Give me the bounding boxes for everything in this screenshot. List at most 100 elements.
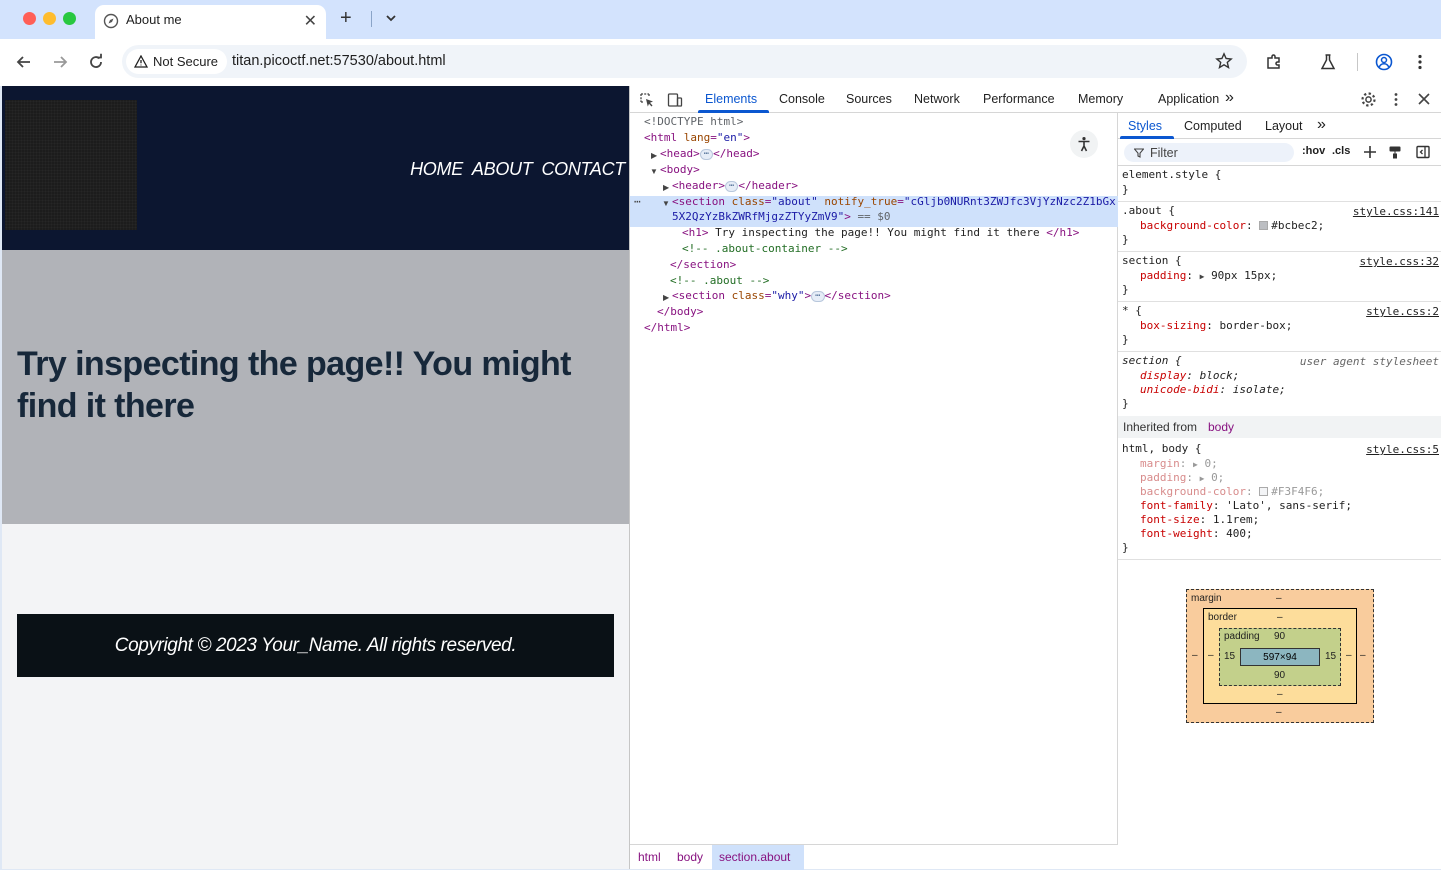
url-text[interactable]: titan.picoctf.net:57530/about.html [232, 53, 446, 69]
tab-close-icon[interactable]: ✕ [304, 11, 317, 31]
margin-bottom-value[interactable]: – [1276, 707, 1282, 718]
dom-html-close[interactable]: </html> [644, 321, 690, 335]
tab-computed[interactable]: Computed [1184, 119, 1242, 133]
collapse-triangle-icon[interactable]: ▼ [662, 199, 670, 208]
expand-triangle-icon[interactable]: ▶ [1193, 460, 1198, 469]
margin-top-value[interactable]: – [1276, 593, 1282, 604]
chevron-down-icon[interactable] [384, 11, 398, 25]
crumb-body[interactable]: body [677, 850, 703, 864]
dom-head[interactable]: <head> ⋯ </head> [660, 147, 760, 161]
rule-inherited-margin[interactable]: margin: ▶ 0; [1140, 457, 1218, 472]
dom-section-close[interactable]: </section> [670, 258, 736, 272]
expand-triangle-icon[interactable]: ▶ [651, 151, 657, 160]
address-bar[interactable]: Not Secure titan.picoctf.net:57530/about… [122, 45, 1247, 78]
dom-section-about-attr-cont[interactable]: 5X2QzYzBkZWRfMjgzZTYyZmV9"> == $0 [672, 210, 891, 224]
styles-filter-input[interactable]: Filter [1124, 143, 1294, 162]
border-right-value[interactable]: – [1346, 650, 1352, 661]
kebab-menu-icon[interactable] [1411, 53, 1429, 71]
padding-bottom-value[interactable]: 90 [1274, 670, 1285, 681]
tab-memory[interactable]: Memory [1078, 92, 1123, 106]
nav-contact-link[interactable]: CONTACT [541, 159, 625, 180]
more-tabs-chevron-icon[interactable]: » [1225, 89, 1234, 107]
tab-console[interactable]: Console [779, 92, 825, 106]
crumb-html[interactable]: html [638, 850, 661, 864]
expand-triangle-icon[interactable]: ▶ [1200, 474, 1205, 483]
inherited-element-link[interactable]: body [1208, 420, 1234, 434]
nav-home-link[interactable]: HOME [410, 159, 463, 180]
dom-header[interactable]: <header> ⋯ </header> [672, 179, 798, 193]
paint-roller-icon[interactable] [1388, 145, 1402, 159]
collapsed-ellipsis-icon[interactable]: ⋯ [724, 181, 739, 192]
devtools-menu-icon[interactable] [1390, 91, 1402, 108]
reload-icon[interactable] [87, 53, 105, 71]
rule-section-padding[interactable]: padding: ▶ 90px 15px; [1140, 269, 1277, 284]
hover-state-toggle[interactable]: :hov [1302, 145, 1325, 157]
new-rule-plus-icon[interactable] [1363, 145, 1377, 159]
dom-comment-about[interactable]: <!-- .about --> [670, 274, 769, 288]
browser-tab[interactable]: About me ✕ [95, 5, 326, 39]
tab-elements[interactable]: Elements [705, 92, 757, 106]
extensions-puzzle-icon[interactable] [1265, 53, 1283, 71]
rule-font-weight[interactable]: font-weight: 400; [1140, 527, 1253, 541]
row-actions-dots-icon[interactable]: ⋯ [634, 195, 641, 209]
about-source-link[interactable]: style.css:141 [1353, 205, 1439, 218]
expand-triangle-icon[interactable]: ▶ [663, 183, 669, 192]
close-devtools-icon[interactable] [1417, 92, 1431, 106]
rule-inherited-padding[interactable]: padding: ▶ 0; [1140, 471, 1224, 486]
inspect-element-icon[interactable] [639, 92, 655, 108]
color-swatch[interactable] [1259, 487, 1269, 496]
rule-element-style[interactable]: element.style { [1122, 168, 1221, 182]
crumb-section-about[interactable]: section.about [719, 850, 790, 864]
class-toggle[interactable]: .cls [1332, 145, 1350, 157]
tab-network[interactable]: Network [914, 92, 960, 106]
tab-layout[interactable]: Layout [1265, 119, 1303, 133]
rule-font-family[interactable]: font-family: 'Lato', sans-serif; [1140, 499, 1352, 513]
margin-left-value[interactable]: – [1192, 650, 1198, 661]
rule-html-body-selector[interactable]: html, body { [1122, 442, 1201, 456]
rule-font-size[interactable]: font-size: 1.1rem; [1140, 513, 1259, 527]
collapse-triangle-icon[interactable]: ▼ [650, 167, 658, 176]
tab-sources[interactable]: Sources [846, 92, 892, 106]
back-arrow-icon[interactable] [15, 53, 33, 71]
rule-about-selector[interactable]: .about { [1122, 204, 1175, 218]
collapsed-ellipsis-icon[interactable]: ⋯ [811, 291, 825, 302]
border-left-value[interactable]: – [1208, 650, 1214, 661]
minimize-window-button[interactable] [43, 12, 56, 25]
labs-flask-icon[interactable] [1319, 53, 1337, 71]
section-source-link[interactable]: style.css:32 [1360, 255, 1439, 268]
close-window-button[interactable] [23, 12, 36, 25]
profile-avatar-icon[interactable] [1375, 53, 1393, 71]
collapsed-ellipsis-icon[interactable]: ⋯ [699, 149, 714, 160]
site-info-button[interactable]: Not Secure [126, 49, 228, 74]
box-model-padding[interactable]: padding 90 90 15 15 597×94 [1219, 628, 1341, 686]
more-panes-chevron-icon[interactable]: » [1317, 116, 1326, 134]
dom-doctype[interactable]: <!DOCTYPE html> [644, 115, 743, 129]
universal-source-link[interactable]: style.css:2 [1366, 305, 1439, 318]
padding-top-value[interactable]: 90 [1274, 631, 1285, 642]
expand-triangle-icon[interactable]: ▶ [1200, 272, 1205, 281]
box-model-border[interactable]: border – – – – padding 90 90 15 15 597×9… [1203, 608, 1357, 704]
accessibility-tree-toggle[interactable] [1070, 130, 1098, 158]
padding-right-value[interactable]: 15 [1325, 651, 1336, 662]
new-tab-button[interactable]: + [340, 7, 352, 30]
settings-gear-icon[interactable] [1360, 91, 1377, 108]
nav-about-link[interactable]: ABOUT [472, 159, 533, 180]
rule-about-bg[interactable]: background-color: #bcbec2; [1140, 219, 1324, 233]
dom-h1[interactable]: <h1> Try inspecting the page!! You might… [682, 226, 1079, 240]
box-model-margin[interactable]: margin – – – – border – – – – padding 90… [1186, 589, 1374, 723]
rule-box-sizing[interactable]: box-sizing: border-box; [1140, 319, 1292, 333]
dom-body-close[interactable]: </body> [657, 305, 703, 319]
forward-arrow-icon[interactable] [51, 53, 69, 71]
rule-universal-selector[interactable]: * { [1122, 304, 1142, 318]
border-top-value[interactable]: – [1277, 612, 1283, 623]
rule-section-selector[interactable]: section { [1122, 254, 1182, 268]
padding-left-value[interactable]: 15 [1224, 651, 1235, 662]
maximize-window-button[interactable] [63, 12, 76, 25]
dom-comment-about-container[interactable]: <!-- .about-container --> [682, 242, 848, 256]
tab-performance[interactable]: Performance [983, 92, 1055, 106]
tab-application[interactable]: Application [1158, 92, 1219, 106]
toggle-sidebar-icon[interactable] [1416, 145, 1430, 159]
dom-html-open[interactable]: <html lang="en"> [644, 131, 750, 145]
expand-triangle-icon[interactable]: ▶ [663, 293, 669, 302]
dom-body-open[interactable]: <body> [660, 163, 700, 177]
